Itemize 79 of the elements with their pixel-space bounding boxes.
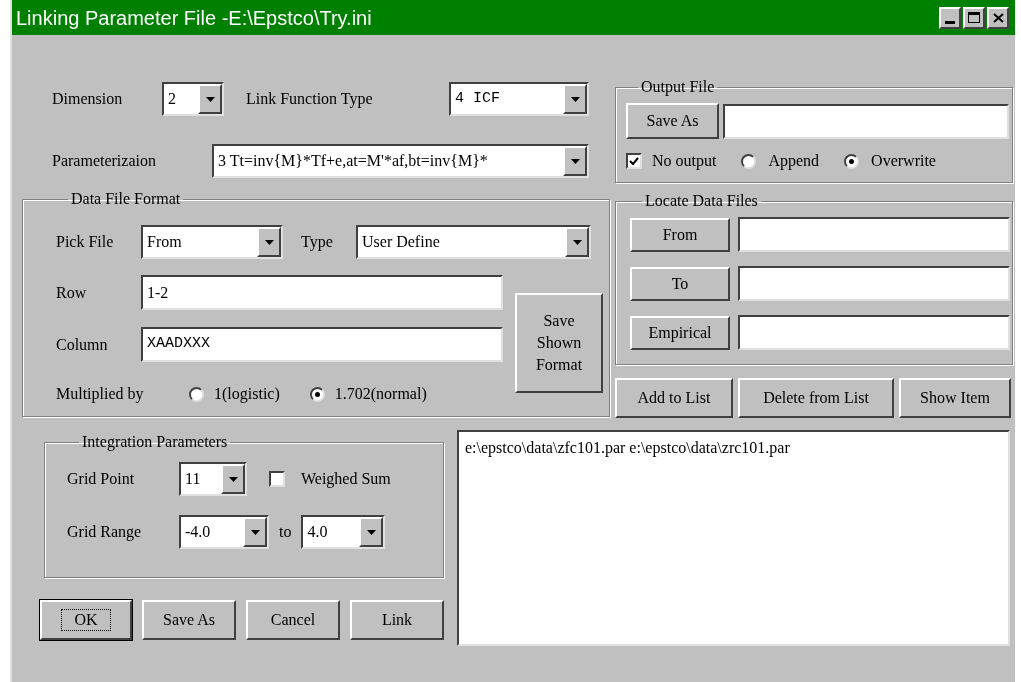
minimize-icon (945, 20, 955, 24)
label: Weighed Sum (301, 469, 391, 490)
dropdown[interactable]: 4 ICF (449, 82, 589, 116)
button[interactable]: Save As (142, 600, 236, 640)
checkbox[interactable] (626, 153, 642, 169)
button[interactable]: To (630, 266, 730, 301)
caret-icon (264, 239, 274, 245)
label: Multiplied by (56, 384, 145, 405)
button[interactable]: Show Item (899, 378, 1011, 418)
label: Link Function Type (246, 89, 374, 110)
dropdown[interactable]: 4.0 (301, 515, 386, 549)
dropdown[interactable]: 3 Tt=inv{M}*Tf+e,at=M'*af,bt=inv{M}* (212, 144, 589, 178)
input-field[interactable] (738, 315, 1010, 350)
label: Pick File (56, 232, 115, 252)
dropdown[interactable]: 11 (179, 462, 247, 496)
dropdown-button[interactable] (243, 517, 267, 547)
button[interactable]: Empirical (630, 315, 730, 350)
input-field[interactable] (738, 217, 1010, 252)
label: Column (56, 334, 109, 355)
dropdown-button[interactable] (563, 84, 587, 114)
label: 1(logistic) (214, 384, 280, 405)
button[interactable]: Link (350, 600, 444, 640)
caret-icon (205, 96, 215, 102)
save-format-button[interactable]: Save Shown Format (515, 293, 603, 393)
window-title: Linking Parameter File -E:\Epstco\Try.ini (16, 5, 373, 31)
label: Row (56, 282, 88, 303)
radio-button[interactable] (189, 386, 204, 402)
dropdown[interactable]: From (141, 225, 283, 259)
maximize-button[interactable] (963, 6, 985, 29)
caret-icon (228, 476, 238, 482)
dropdown[interactable]: 2 (162, 82, 224, 116)
input-field[interactable] (738, 266, 1010, 301)
dropdown[interactable]: -4.0 (179, 515, 269, 549)
label: Overwrite (871, 151, 936, 171)
minimize-button[interactable] (939, 6, 961, 29)
label: Dimension (52, 89, 124, 109)
input-field[interactable]: 1-2 (141, 275, 503, 310)
dropdown-button[interactable] (359, 517, 384, 547)
label: Grid Point (67, 469, 136, 489)
label: Grid Range (67, 522, 143, 543)
radio-button[interactable] (309, 386, 325, 402)
button[interactable]: Cancel (246, 600, 340, 640)
button[interactable]: OK (40, 600, 132, 640)
button[interactable]: Delete from List (738, 378, 894, 418)
dropdown-button[interactable] (257, 227, 281, 257)
button[interactable]: Save As (626, 103, 719, 139)
maximize-icon (968, 12, 980, 23)
file-list[interactable]: e:\epstco\data\zfc101.par e:\epstco\data\zrc101.par (457, 430, 1010, 646)
label: to (279, 522, 292, 542)
caret-icon (570, 96, 580, 102)
caret-icon (250, 529, 260, 535)
checkbox[interactable] (269, 471, 285, 487)
input-field[interactable] (723, 103, 1009, 139)
label: 1.702(normal) (334, 384, 427, 405)
group-title: Data File Format (70, 189, 182, 209)
label: Append (768, 151, 820, 172)
group-title: Locate Data Files (644, 191, 759, 211)
label: No output (652, 151, 717, 172)
input-field[interactable]: XAADXXX (141, 327, 503, 362)
group-title: Integration Parameters (81, 432, 229, 453)
dropdown-button[interactable] (198, 84, 222, 114)
label: Parameterizaion (52, 151, 157, 171)
button[interactable]: Add to List (615, 378, 733, 418)
caret-icon (572, 239, 582, 245)
button[interactable]: From (630, 217, 730, 252)
close-button[interactable] (987, 6, 1009, 29)
caret-icon (570, 158, 580, 164)
radio-button[interactable] (844, 153, 860, 169)
dropdown-button[interactable] (563, 146, 587, 176)
dropdown-button[interactable] (565, 227, 589, 257)
dropdown[interactable]: User Define (356, 225, 591, 259)
check-icon (629, 156, 639, 166)
radio-button[interactable] (741, 153, 757, 169)
dropdown-button[interactable] (221, 464, 245, 494)
group-title: Output File (640, 77, 716, 98)
close-icon (992, 12, 1004, 23)
label: Type (301, 232, 334, 253)
list-item[interactable]: e:\epstco\data\zfc101.par e:\epstco\data\zrc101.par (465, 438, 1002, 458)
caret-icon (366, 529, 376, 535)
